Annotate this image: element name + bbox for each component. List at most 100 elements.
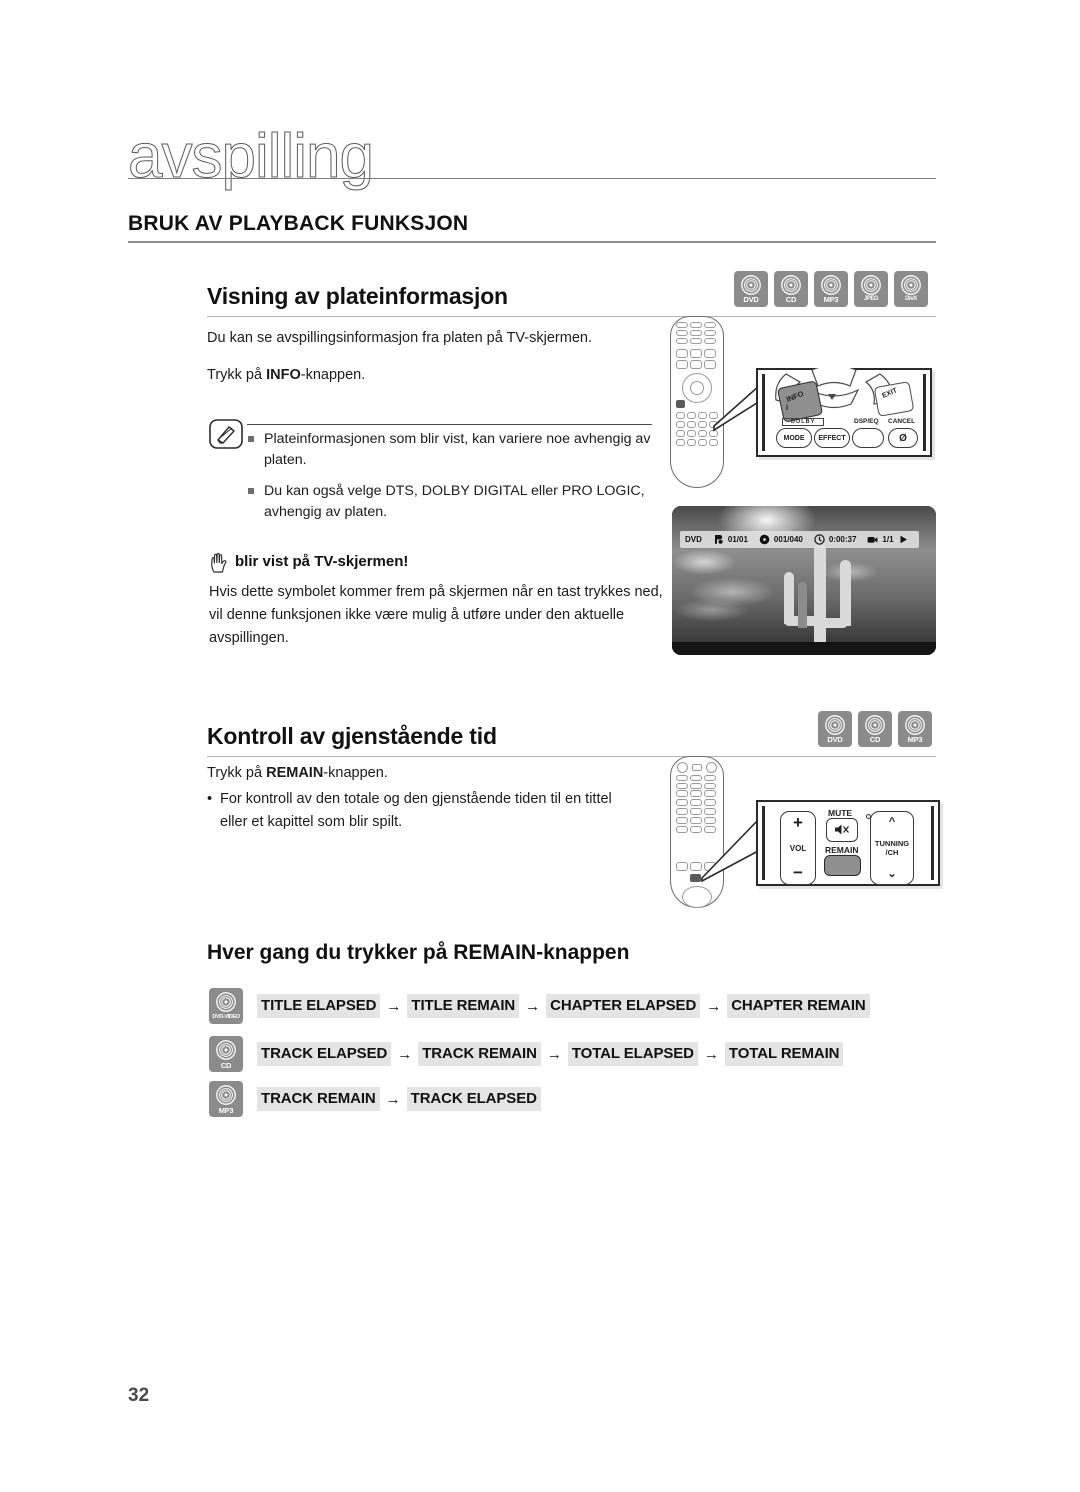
callout-cancel-label: CANCEL <box>888 418 916 425</box>
disc-info-instruction: Trykk på INFO-knappen. <box>207 364 365 387</box>
cactus-arm-inner <box>798 582 807 628</box>
flow-step: TRACK ELAPSED <box>257 1042 392 1066</box>
note-divider <box>247 424 652 425</box>
figure-info-remote: INFO i EXIT DOLBY MODE EFFECT DSP/EQ CAN… <box>668 316 938 488</box>
volume-rocker[interactable]: + VOL − <box>780 811 816 885</box>
media-badge-label: CD <box>785 295 797 304</box>
remain-label: REMAIN <box>825 845 859 855</box>
media-badges-remain: DVD CD MP3 <box>818 711 932 747</box>
volume-label: VOL <box>789 843 807 853</box>
chevron-up-icon[interactable]: ^ <box>889 817 895 828</box>
tv-sky-background <box>672 506 936 655</box>
note-item: Du kan også velge DTS, DOLBY DIGITAL ell… <box>247 481 657 523</box>
caution-title: blir vist på TV-skjermen! <box>235 553 409 570</box>
instruction-key: REMAIN <box>266 765 324 781</box>
flow-step: TRACK ELAPSED <box>406 1087 541 1111</box>
flow-step: TOTAL ELAPSED <box>567 1042 698 1066</box>
media-badge-label: MP3 <box>218 1106 234 1115</box>
figure-remain-remote: + VOL − MUTE REMAIN ^ TUNNING /CH ⌄ <box>668 756 940 908</box>
remain-instruction: Trykk på REMAIN-knappen. <box>207 762 388 785</box>
disc-icon <box>215 1084 237 1106</box>
media-badge-dvd: DVD <box>818 711 852 747</box>
disc-icon <box>740 274 762 296</box>
flow-row-cd: CD TRACK ELAPSED → TRACK REMAIN → TOTAL … <box>209 1036 844 1072</box>
instruction-suffix: -knappen. <box>300 367 366 383</box>
section-divider <box>128 241 936 243</box>
flow-row-mp3: MP3 TRACK REMAIN → TRACK ELAPSED <box>209 1081 541 1117</box>
callout-effect-button[interactable]: EFFECT <box>814 428 850 448</box>
hand-stop-icon <box>209 551 231 575</box>
instruction-prefix: Trykk på <box>207 765 267 781</box>
title-icon <box>713 534 724 545</box>
media-badge-dvd: DVD <box>734 271 768 307</box>
media-badge-mp3: MP3 <box>814 271 848 307</box>
remain-bullet-list: For kontroll av den totale og den gjenst… <box>207 788 627 834</box>
tunning-ch-rocker[interactable]: ^ TUNNING /CH ⌄ <box>870 811 914 885</box>
flow-arrow-icon: → <box>546 1045 562 1063</box>
disc-icon <box>215 991 237 1013</box>
chevron-down-icon[interactable]: ⌄ <box>887 869 896 880</box>
flow-step: TITLE ELAPSED <box>257 994 381 1018</box>
media-badge-mp3: MP3 <box>209 1081 243 1117</box>
volume-up-button[interactable]: + <box>793 814 803 831</box>
note-pencil-icon <box>209 419 243 449</box>
callout-info-button: INFO i EXIT DOLBY MODE EFFECT DSP/EQ CAN… <box>756 368 932 457</box>
callout-effect-label: EFFECT <box>818 434 846 442</box>
callout-mode-button[interactable]: MODE <box>776 428 812 448</box>
callout-dolby-label: DOLBY <box>782 418 825 426</box>
callout-cancel-button[interactable]: Ø <box>888 428 918 448</box>
flow-arrow-icon: → <box>703 1045 719 1063</box>
callout-mode-label: MODE <box>783 434 805 442</box>
flow-arrow-icon: → <box>525 997 541 1015</box>
page-number: 32 <box>128 1385 150 1406</box>
manual-page: avspilling BRUK AV PLAYBACK FUNKSJON Vis… <box>0 0 1080 1492</box>
volume-down-button[interactable]: − <box>793 864 803 881</box>
media-badge-label: MP3 <box>907 735 923 744</box>
callout-dspeq-button[interactable] <box>852 428 884 448</box>
disc-icon <box>900 274 922 296</box>
page-title: BRUK AV PLAYBACK FUNKSJON <box>128 212 469 235</box>
play-icon <box>898 534 909 545</box>
cancel-glyph-icon: Ø <box>899 432 907 444</box>
disc-icon <box>904 714 926 736</box>
cactus-trunk <box>814 544 826 655</box>
instruction-suffix: -knappen. <box>323 765 388 781</box>
osd-chapter-value: 001/040 <box>773 535 803 544</box>
media-badge-mp3: MP3 <box>898 711 932 747</box>
flow-arrow-icon: → <box>386 997 402 1015</box>
media-badge-label: JPEG <box>863 296 879 302</box>
subsection-title-remain: Kontroll av gjenstående tid <box>207 723 497 749</box>
disc-icon <box>864 714 886 736</box>
media-badge-dvd-video: DVD-VIDEO <box>209 988 243 1024</box>
disc-icon <box>780 274 802 296</box>
mute-speaker-icon <box>834 823 850 838</box>
media-badge-label: DivX <box>905 296 917 302</box>
flow-step: CHAPTER ELAPSED <box>546 994 701 1018</box>
cactus-arm-right <box>840 560 851 626</box>
disc-icon <box>860 274 882 296</box>
note-item: Plateinformasjonen som blir vist, kan va… <box>247 429 657 471</box>
tv-screen-figure: DVD 01/01 001/040 0:00:37 1/1 <box>672 506 936 655</box>
media-badge-jpeg: JPEG <box>854 271 888 307</box>
media-badge-cd: CD <box>774 271 808 307</box>
media-badge-label: CD <box>869 735 881 744</box>
camera-icon <box>867 534 878 545</box>
flow-section-title: Hver gang du trykker på REMAIN-knappen <box>207 941 630 964</box>
media-badge-label: CD <box>220 1061 232 1070</box>
instruction-key: INFO <box>266 367 301 383</box>
callout-info-key[interactable] <box>776 380 824 423</box>
osd-angle-value: 1/1 <box>882 535 894 544</box>
disc-icon <box>820 274 842 296</box>
flow-step: TITLE REMAIN <box>407 994 520 1018</box>
mute-button[interactable] <box>826 818 858 842</box>
flow-arrow-icon: → <box>397 1045 413 1063</box>
media-badge-divx: DivX <box>894 271 928 307</box>
media-badge-cd: CD <box>858 711 892 747</box>
disc-icon <box>215 1039 237 1061</box>
caution-body: Hvis dette symbolet kommer frem på skjer… <box>209 584 663 646</box>
remain-button[interactable] <box>824 855 861 876</box>
list-item: For kontroll av den totale og den gjenst… <box>207 788 627 834</box>
note-list: Plateinformasjonen som blir vist, kan va… <box>247 429 657 533</box>
osd-title-value: 01/01 <box>727 535 748 544</box>
tv-ground <box>672 642 936 655</box>
